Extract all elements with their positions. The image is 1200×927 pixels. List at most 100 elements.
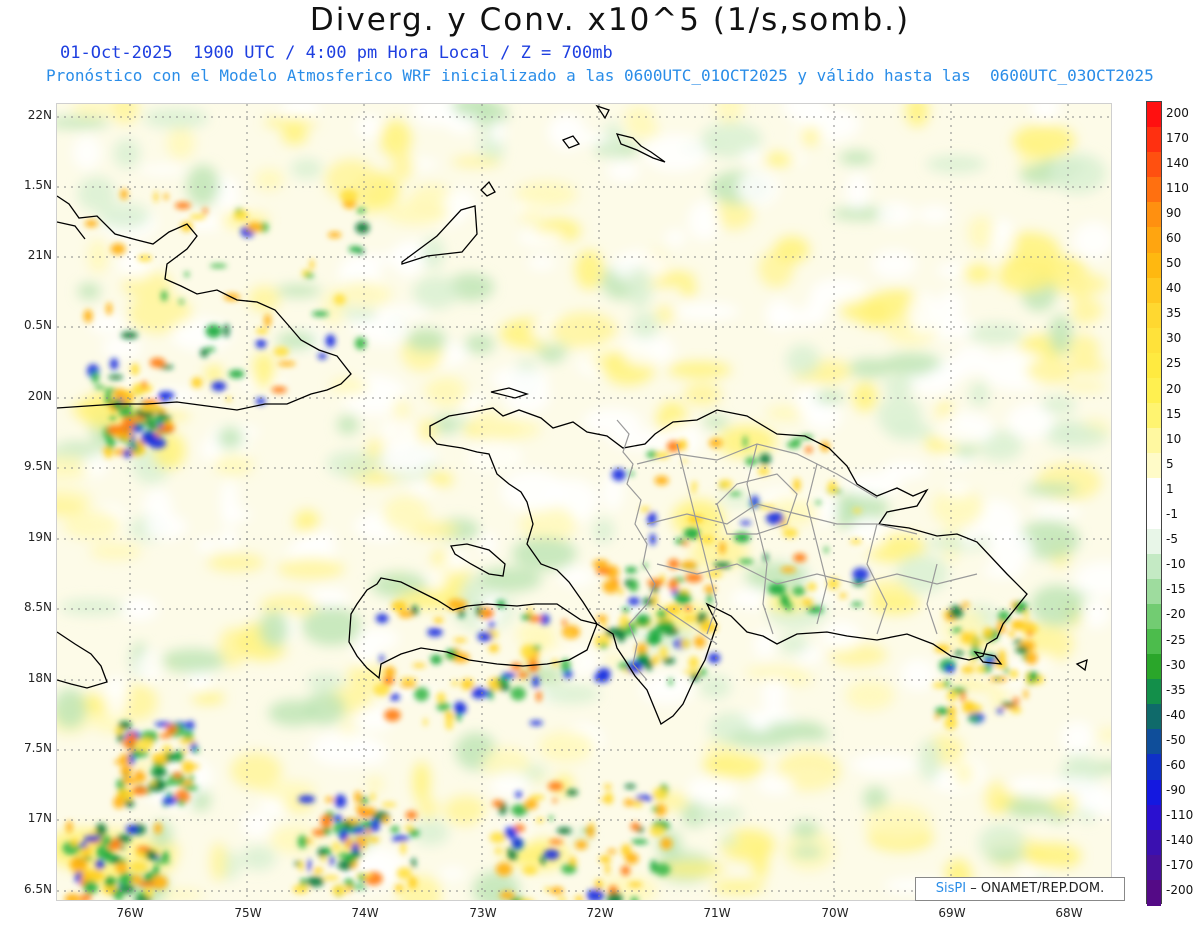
convergence-core bbox=[225, 396, 232, 402]
field-blob bbox=[214, 453, 254, 477]
convergence-core bbox=[943, 679, 950, 688]
convergence-core bbox=[766, 511, 784, 525]
convergence-core bbox=[729, 491, 742, 496]
convergence-core bbox=[824, 546, 829, 554]
convergence-core bbox=[83, 309, 93, 323]
field-blob bbox=[688, 200, 721, 241]
convergence-core bbox=[384, 666, 396, 678]
field-blob bbox=[89, 542, 142, 561]
convergence-core bbox=[292, 884, 309, 894]
convergence-core bbox=[962, 601, 970, 608]
convergence-core bbox=[333, 294, 346, 305]
convergence-core bbox=[494, 847, 503, 854]
convergence-core bbox=[134, 737, 153, 752]
field-blob bbox=[263, 117, 319, 128]
field-blob bbox=[259, 610, 289, 648]
convergence-core bbox=[548, 815, 554, 821]
convergence-core bbox=[120, 188, 128, 200]
field-blob bbox=[336, 415, 359, 435]
field-blob bbox=[294, 510, 320, 534]
convergence-core bbox=[298, 860, 305, 872]
field-blob bbox=[1012, 124, 1076, 158]
field-blob bbox=[551, 312, 617, 349]
convergence-core bbox=[522, 865, 538, 875]
convergence-core bbox=[851, 602, 863, 607]
field-blob bbox=[103, 677, 129, 717]
field-blob bbox=[380, 441, 438, 469]
convergence-core bbox=[460, 678, 475, 691]
field-blob bbox=[59, 599, 124, 616]
convergence-core bbox=[792, 586, 806, 596]
convergence-core bbox=[707, 592, 712, 605]
colorbar-segment bbox=[1147, 453, 1161, 479]
convergence-core bbox=[362, 820, 372, 829]
convergence-core bbox=[621, 607, 631, 613]
colorbar-label: 90 bbox=[1166, 205, 1182, 220]
convergence-core bbox=[652, 787, 668, 801]
colorbar-segment bbox=[1147, 177, 1161, 203]
convergence-core bbox=[390, 825, 400, 834]
convergence-core bbox=[683, 527, 701, 540]
colorbar-label: 25 bbox=[1166, 356, 1182, 371]
convergence-core bbox=[304, 273, 315, 279]
convergence-core bbox=[179, 738, 196, 744]
convergence-core bbox=[110, 243, 126, 255]
lat-label: 17N bbox=[27, 811, 52, 825]
field-blob bbox=[609, 429, 677, 451]
convergence-core bbox=[273, 346, 289, 357]
field-blob bbox=[673, 302, 740, 320]
convergence-core bbox=[343, 878, 355, 886]
colorbar-segment bbox=[1147, 403, 1161, 429]
convergence-core bbox=[501, 672, 517, 679]
colorbar-label: 60 bbox=[1166, 231, 1182, 246]
convergence-core bbox=[839, 592, 847, 599]
field-blob bbox=[954, 761, 974, 786]
convergence-core bbox=[561, 619, 567, 626]
convergence-core bbox=[743, 435, 748, 448]
convergence-core bbox=[659, 646, 668, 660]
field-blob bbox=[631, 312, 659, 340]
field-blob bbox=[926, 155, 986, 173]
convergence-core bbox=[645, 637, 662, 645]
convergence-core bbox=[668, 578, 679, 591]
convergence-core bbox=[126, 732, 137, 746]
field-blob bbox=[757, 774, 794, 795]
lat-label: 8.5N bbox=[23, 600, 52, 614]
convergence-core bbox=[680, 638, 691, 649]
colorbar-segment bbox=[1147, 804, 1161, 831]
colorbar-segment bbox=[1147, 152, 1161, 178]
convergence-core bbox=[674, 592, 692, 605]
convergence-core bbox=[110, 358, 119, 370]
convergence-core bbox=[408, 876, 418, 889]
convergence-core bbox=[165, 724, 177, 735]
field-blob bbox=[814, 391, 845, 404]
convergence-core bbox=[137, 254, 153, 262]
field-blob bbox=[924, 535, 992, 551]
convergence-core bbox=[411, 857, 417, 868]
convergence-core bbox=[151, 424, 157, 430]
field-blob bbox=[680, 284, 698, 297]
convergence-core bbox=[84, 219, 98, 228]
field-blob bbox=[852, 381, 878, 412]
field-blob bbox=[427, 565, 448, 589]
convergence-core bbox=[91, 371, 100, 384]
convergence-core bbox=[389, 693, 400, 701]
convergence-core bbox=[154, 822, 162, 835]
convergence-core bbox=[792, 437, 802, 444]
convergence-core bbox=[391, 600, 408, 612]
convergence-core bbox=[680, 560, 697, 570]
convergence-core bbox=[488, 688, 494, 701]
convergence-core bbox=[635, 614, 651, 627]
convergence-core bbox=[96, 844, 107, 857]
convergence-core bbox=[489, 621, 495, 630]
field-blob bbox=[962, 263, 995, 283]
colorbar-label: -140 bbox=[1166, 833, 1194, 848]
field-blob bbox=[850, 753, 919, 776]
field-blob bbox=[144, 514, 188, 540]
convergence-core bbox=[625, 566, 638, 574]
convergence-core bbox=[624, 784, 636, 789]
convergence-core bbox=[66, 820, 73, 834]
field-blob bbox=[876, 202, 915, 227]
convergence-core bbox=[520, 644, 536, 659]
convergence-core bbox=[149, 357, 166, 368]
